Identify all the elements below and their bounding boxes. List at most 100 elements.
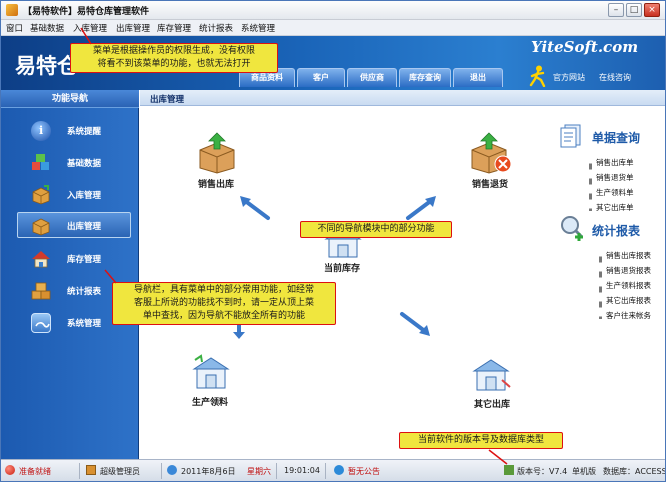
status-database: 数据库：ACCESS xyxy=(603,467,666,476)
box-out-icon xyxy=(31,216,51,236)
sidebar-item-label: 基础数据 xyxy=(67,159,102,169)
cubes-icon xyxy=(31,153,51,173)
tab-suppliers[interactable]: 供应商 xyxy=(347,68,397,87)
sidebar-item-label: 入库管理 xyxy=(67,191,102,201)
tab-exit[interactable]: 退出 xyxy=(453,68,503,87)
status-bar: 准备就绪 超级管理员 2011年8月6日 星期六 19:01:04 暂无公告 版… xyxy=(1,459,665,481)
calendar-icon xyxy=(167,465,177,475)
bullet-dots xyxy=(599,252,602,319)
status-edition: 单机版 xyxy=(572,467,596,476)
module-sales-out[interactable]: 销售出库 xyxy=(176,132,256,192)
sidebar-item-inbound[interactable]: 入库管理 xyxy=(1,181,139,209)
module-label: 生产领料 xyxy=(191,398,228,408)
module-label: 销售退货 xyxy=(471,180,508,190)
page-title: 出库管理 xyxy=(150,95,185,105)
query-link-sales-out[interactable]: 销售出库单 xyxy=(596,157,634,168)
callout-version-pointer xyxy=(488,449,508,465)
menu-outbound[interactable]: 出库管理 xyxy=(116,22,150,34)
sidebar-item-label: 库存管理 xyxy=(67,255,102,265)
callout-module: 不同的导航模块中的部分功能 xyxy=(300,221,452,238)
notice-icon xyxy=(334,465,344,475)
arrow-to-sales-out xyxy=(240,196,270,220)
module-other-out[interactable]: 其它出库 xyxy=(452,356,532,412)
sidebar-item-label: 统计报表 xyxy=(67,287,102,297)
maximize-button[interactable]: □ xyxy=(626,3,642,17)
sidebar-item-basic-data[interactable]: 基础数据 xyxy=(1,149,139,177)
query-section-title: 单据查询 xyxy=(592,131,641,145)
sidebar-item-label: 出库管理 xyxy=(67,222,102,232)
status-date: 2011年8月6日 xyxy=(181,467,236,476)
arrow-to-other-out xyxy=(400,312,430,336)
minimize-button[interactable]: – xyxy=(608,3,624,17)
sidebar-header: 功能导航 xyxy=(1,90,139,108)
menu-inventory[interactable]: 库存管理 xyxy=(157,22,191,34)
title-bar: 【易特软件】易特仓库管理软件 – □ × xyxy=(1,1,665,20)
module-label: 销售出库 xyxy=(197,180,234,190)
box-in-icon xyxy=(31,185,51,205)
magnifier-add-icon xyxy=(561,216,584,241)
info-icon: i xyxy=(31,121,51,141)
online-consult-link[interactable]: 在线咨询 xyxy=(599,72,631,83)
module-label: 当前库存 xyxy=(323,264,360,274)
report-link-sales-out[interactable]: 销售出库报表 xyxy=(606,250,651,261)
report-link-sales-return[interactable]: 销售退货报表 xyxy=(606,265,651,276)
arrow-to-sales-return xyxy=(406,196,436,220)
sidebar: 功能导航 i 系统提醒 基础数据 入库管理 出库管理 库存管理 统计报表 系统管… xyxy=(1,90,139,459)
sidebar-item-reminder[interactable]: i 系统提醒 xyxy=(1,117,139,145)
sidebar-item-outbound[interactable]: 出库管理 xyxy=(1,212,139,240)
box-up-icon xyxy=(199,132,235,174)
status-indicator-icon xyxy=(5,465,15,475)
query-link-production[interactable]: 生产领料单 xyxy=(596,187,634,198)
query-link-sales-return[interactable]: 销售退货单 xyxy=(596,172,634,183)
callout-sidebar: 导航栏，具有菜单中的部分常用功能，如经常 客服上所说的功能找不到时，请一定从顶上… xyxy=(112,282,336,325)
bullet-dots xyxy=(589,159,592,211)
official-site-link[interactable]: 官方网站 xyxy=(553,72,585,83)
menu-bar: 窗口 基础数据 入库管理 出库管理 库存管理 统计报表 系统管理 xyxy=(1,20,665,36)
tab-customers[interactable]: 客户 xyxy=(297,68,345,87)
status-time: 19:01:04 xyxy=(284,466,320,475)
close-button[interactable]: × xyxy=(644,3,660,17)
main-panel: 出库管理 销售出库 销售退货 当前库存 生产领料 其它出库 单据查询 销售出库单… xyxy=(140,90,665,459)
module-label: 其它出库 xyxy=(473,400,510,410)
status-ready: 准备就绪 xyxy=(19,467,51,476)
menu-reports[interactable]: 统计报表 xyxy=(199,22,233,34)
menu-system[interactable]: 系统管理 xyxy=(241,22,275,34)
house-icon xyxy=(31,249,51,269)
module-production[interactable]: 生产领料 xyxy=(170,354,250,410)
other-warehouse-icon xyxy=(472,359,511,391)
app-window: 【易特软件】易特仓库管理软件 – □ × 窗口 基础数据 入库管理 出库管理 库… xyxy=(0,0,666,482)
app-logo: 易特仓 xyxy=(15,54,78,78)
module-sales-return[interactable]: 销售退货 xyxy=(450,132,530,192)
app-icon xyxy=(6,4,18,16)
status-version: 版本号：V7.4 xyxy=(517,467,568,476)
boxes-icon xyxy=(31,281,51,301)
runner-icon xyxy=(529,65,546,87)
sidebar-item-label: 系统管理 xyxy=(67,319,102,329)
version-icon xyxy=(504,465,514,475)
tab-stock-query[interactable]: 库存查询 xyxy=(399,68,451,87)
sidebar-item-label: 系统提醒 xyxy=(67,127,102,137)
callout-menu-pointer xyxy=(80,27,92,45)
status-user: 超级管理员 xyxy=(100,467,140,476)
report-link-customer-accounts[interactable]: 客户往来帐务 xyxy=(606,310,651,321)
menu-basic-data[interactable]: 基础数据 xyxy=(30,22,64,34)
query-link-other-out[interactable]: 其它出库单 xyxy=(596,202,634,213)
brand-text: YiteSoft.com xyxy=(531,38,639,56)
status-notice: 暂无公告 xyxy=(348,467,380,476)
menu-window[interactable]: 窗口 xyxy=(6,22,23,34)
document-query-icon xyxy=(560,124,581,148)
report-link-production[interactable]: 生产领料报表 xyxy=(606,280,651,291)
sidebar-item-inventory[interactable]: 库存管理 xyxy=(1,245,139,273)
user-icon xyxy=(86,465,96,475)
report-link-other-out[interactable]: 其它出库报表 xyxy=(606,295,651,306)
production-warehouse-icon xyxy=(192,354,230,389)
callout-sidebar-pointer xyxy=(104,269,117,284)
status-weekday: 星期六 xyxy=(247,467,271,476)
window-title: 【易特软件】易特仓库管理软件 xyxy=(23,7,150,17)
callout-version: 当前软件的版本号及数据库类型 xyxy=(399,432,563,449)
box-cancel-icon xyxy=(471,132,512,174)
report-section-title: 统计报表 xyxy=(592,224,641,238)
main-header: 出库管理 xyxy=(140,90,665,106)
system-icon xyxy=(31,313,51,333)
callout-menu: 菜单是根据操作员的权限生成，没有权限 将看不到该菜单的功能，也就无法打开 xyxy=(70,43,278,73)
